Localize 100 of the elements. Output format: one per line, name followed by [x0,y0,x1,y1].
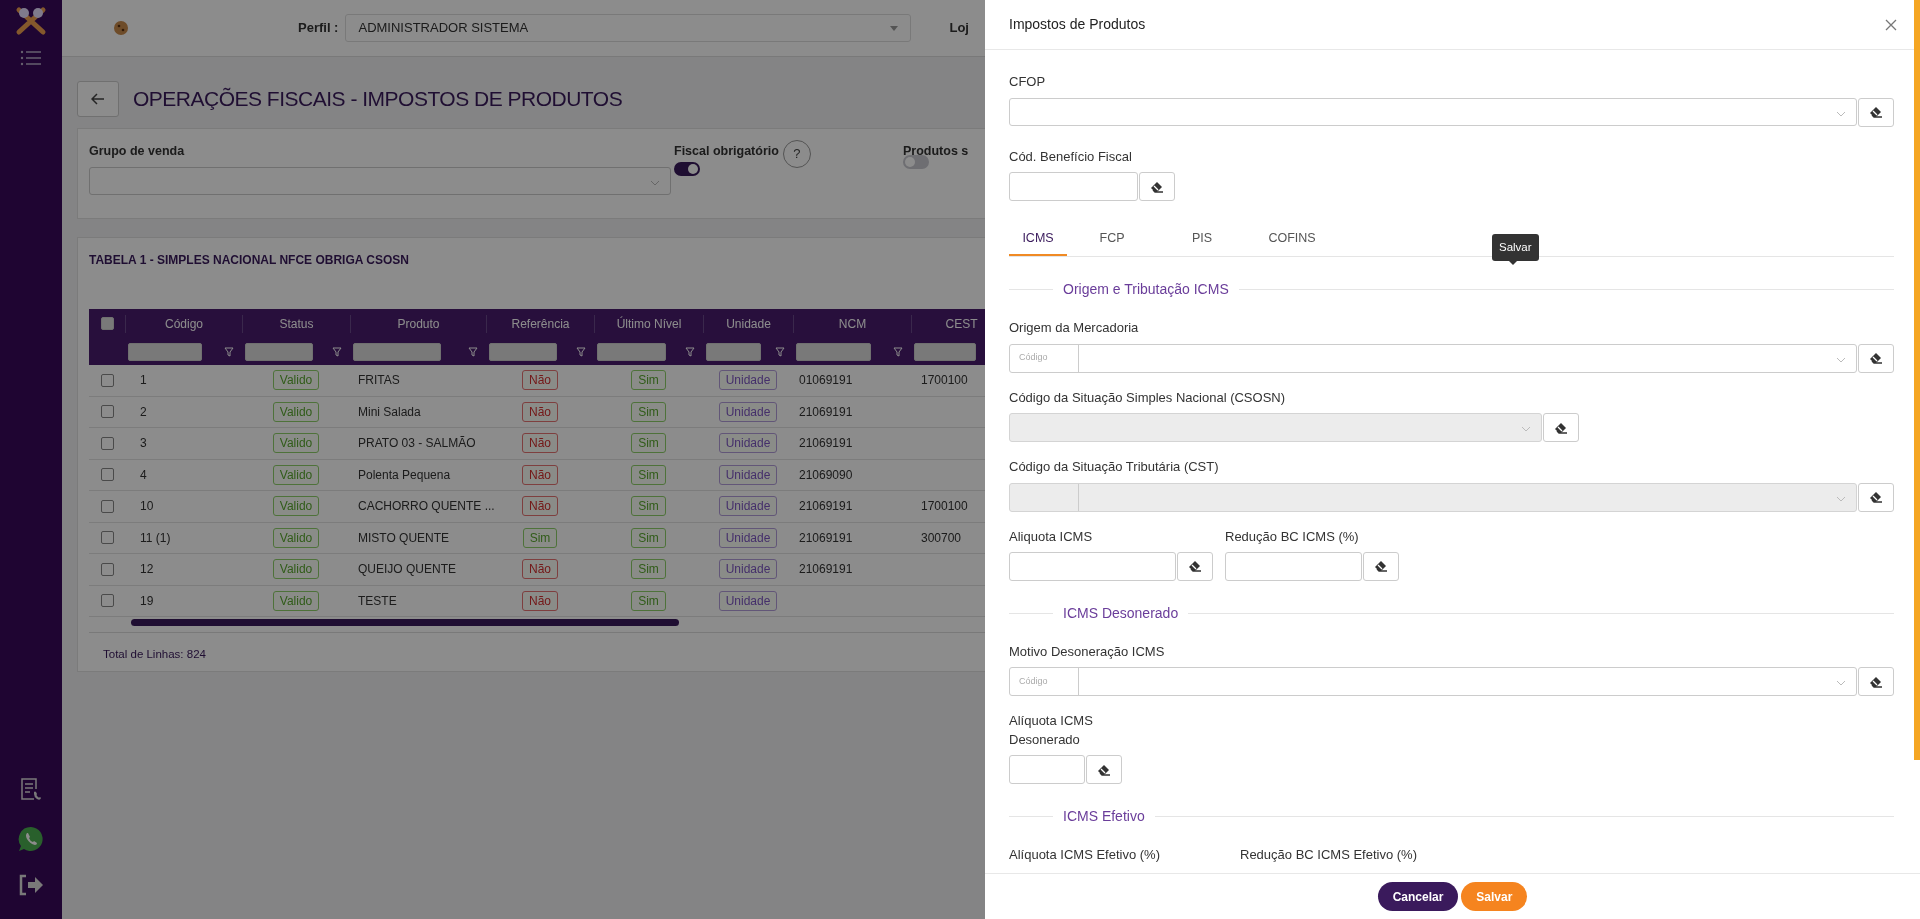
checkbox[interactable] [100,373,114,387]
menu-icon[interactable] [20,50,42,66]
filter-icon[interactable] [332,346,342,357]
filter-icon[interactable] [893,346,903,357]
input-field[interactable] [1009,172,1138,201]
column-filter-field[interactable] [353,342,441,361]
status-badge: Sim [631,370,666,391]
checkbox[interactable] [100,436,114,450]
table-cell: 01069191 [799,373,853,388]
select-field[interactable] [1009,97,1857,126]
status-badge: Valido [272,464,320,485]
table-cell: QUEIJO QUENTE [358,562,456,577]
chevron-down-icon [650,179,660,186]
tooltip: Salvar [1492,234,1539,262]
table-cell: 2 [140,404,147,419]
status-badge: Não [522,590,558,611]
toggle-switch[interactable] [903,154,929,169]
checkbox[interactable] [100,405,114,419]
column-filter-field[interactable] [245,342,313,361]
cookie-icon [112,19,130,37]
table-cell: 19 [140,593,154,608]
logout-icon[interactable] [17,873,45,897]
select-field[interactable] [89,166,671,195]
whatsapp-icon[interactable] [17,825,45,853]
status-badge: Não [522,559,558,580]
clear-button[interactable] [1086,755,1122,784]
status-badge: Unidade [718,559,778,580]
column-header[interactable]: Unidade [726,314,771,333]
status-badge: Unidade [718,433,778,454]
tab[interactable]: COFINS [1247,223,1337,256]
column-header[interactable]: Último Nível [616,314,682,333]
column-filter-field[interactable] [914,342,977,361]
input-field[interactable] [1225,551,1362,581]
chevron-down-icon [1836,495,1846,502]
back-button[interactable] [77,81,119,117]
status-badge: Sim [522,527,558,548]
column-header[interactable]: NCM [838,314,867,333]
input-field[interactable] [1009,551,1176,581]
vertical-scrollbar[interactable] [1914,0,1920,760]
section-title: ICMS Desonerado [1062,603,1180,623]
table-cell: MISTO QUENTE [358,530,450,545]
checkbox[interactable] [100,531,114,545]
filter-icon[interactable] [775,346,785,357]
checkbox[interactable] [100,562,114,576]
status-badge: Não [522,464,558,485]
status-badge: Não [522,496,558,517]
status-badge: Sim [631,527,666,548]
toggle-label: Fiscal obrigatório [674,143,779,160]
field-label: Motivo Desoneração ICMS [1009,642,1166,661]
table-cell: 11 (1) [140,530,171,545]
table-cell: 4 [140,467,147,482]
column-filter-field[interactable] [597,342,666,361]
arrow-left-icon [91,93,105,105]
filter-icon[interactable] [468,346,478,357]
checkbox[interactable] [100,499,114,513]
checkbox[interactable] [100,468,114,482]
filter-icon[interactable] [576,346,586,357]
status-badge: Sim [631,590,666,611]
toggle-switch[interactable] [674,162,700,176]
cancel-button[interactable]: Cancelar [1377,882,1459,911]
column-filter-field[interactable] [706,342,762,361]
table-cell: 300700 [921,530,962,545]
clear-button[interactable] [1858,482,1894,512]
field-label: Código da Situação Simples Nacional (CSOSN) [1009,388,1286,407]
clear-button[interactable] [1139,172,1175,201]
clear-button[interactable] [1543,413,1579,442]
column-header[interactable]: CEST [945,314,978,333]
status-badge: Unidade [718,590,778,611]
field-label: Cód. Benefício Fiscal [1009,147,1133,166]
status-badge: Não [522,433,558,454]
clear-button[interactable] [1177,551,1213,581]
close-icon[interactable] [1885,18,1897,31]
column-header[interactable]: Produto [397,314,440,333]
clear-button[interactable] [1858,343,1894,373]
eraser-icon [1554,421,1568,434]
column-filter-field[interactable] [796,342,871,361]
column-header[interactable]: Status [279,314,314,333]
field-label: Redução BC ICMS Efetivo (%) [1240,846,1417,864]
table-cell: TESTE [358,593,397,608]
clear-button[interactable] [1363,551,1399,581]
column-header[interactable]: Referência [511,314,570,333]
filter-icon[interactable] [685,346,695,357]
profile-select[interactable]: ADMINISTRADOR SISTEMA [345,14,912,42]
tab[interactable]: PIS [1157,223,1247,256]
clear-button[interactable] [1858,97,1894,127]
checkbox[interactable] [100,594,114,608]
document-phone-icon[interactable] [19,777,43,803]
profile-label: Perfil : [298,19,339,38]
table-cell: 21069191 [799,530,853,545]
checkbox[interactable] [100,317,114,330]
status-badge: Unidade [718,527,778,548]
tab[interactable]: ICMS [1009,223,1067,256]
tab[interactable]: FCP [1067,223,1157,256]
column-filter-field[interactable] [489,342,557,361]
horizontal-scrollbar[interactable] [131,619,679,626]
input-field[interactable] [1009,755,1085,784]
column-filter-field[interactable] [128,342,203,361]
clear-button[interactable] [1858,667,1894,696]
column-header[interactable]: Código [165,314,203,333]
filter-icon[interactable] [224,346,234,357]
